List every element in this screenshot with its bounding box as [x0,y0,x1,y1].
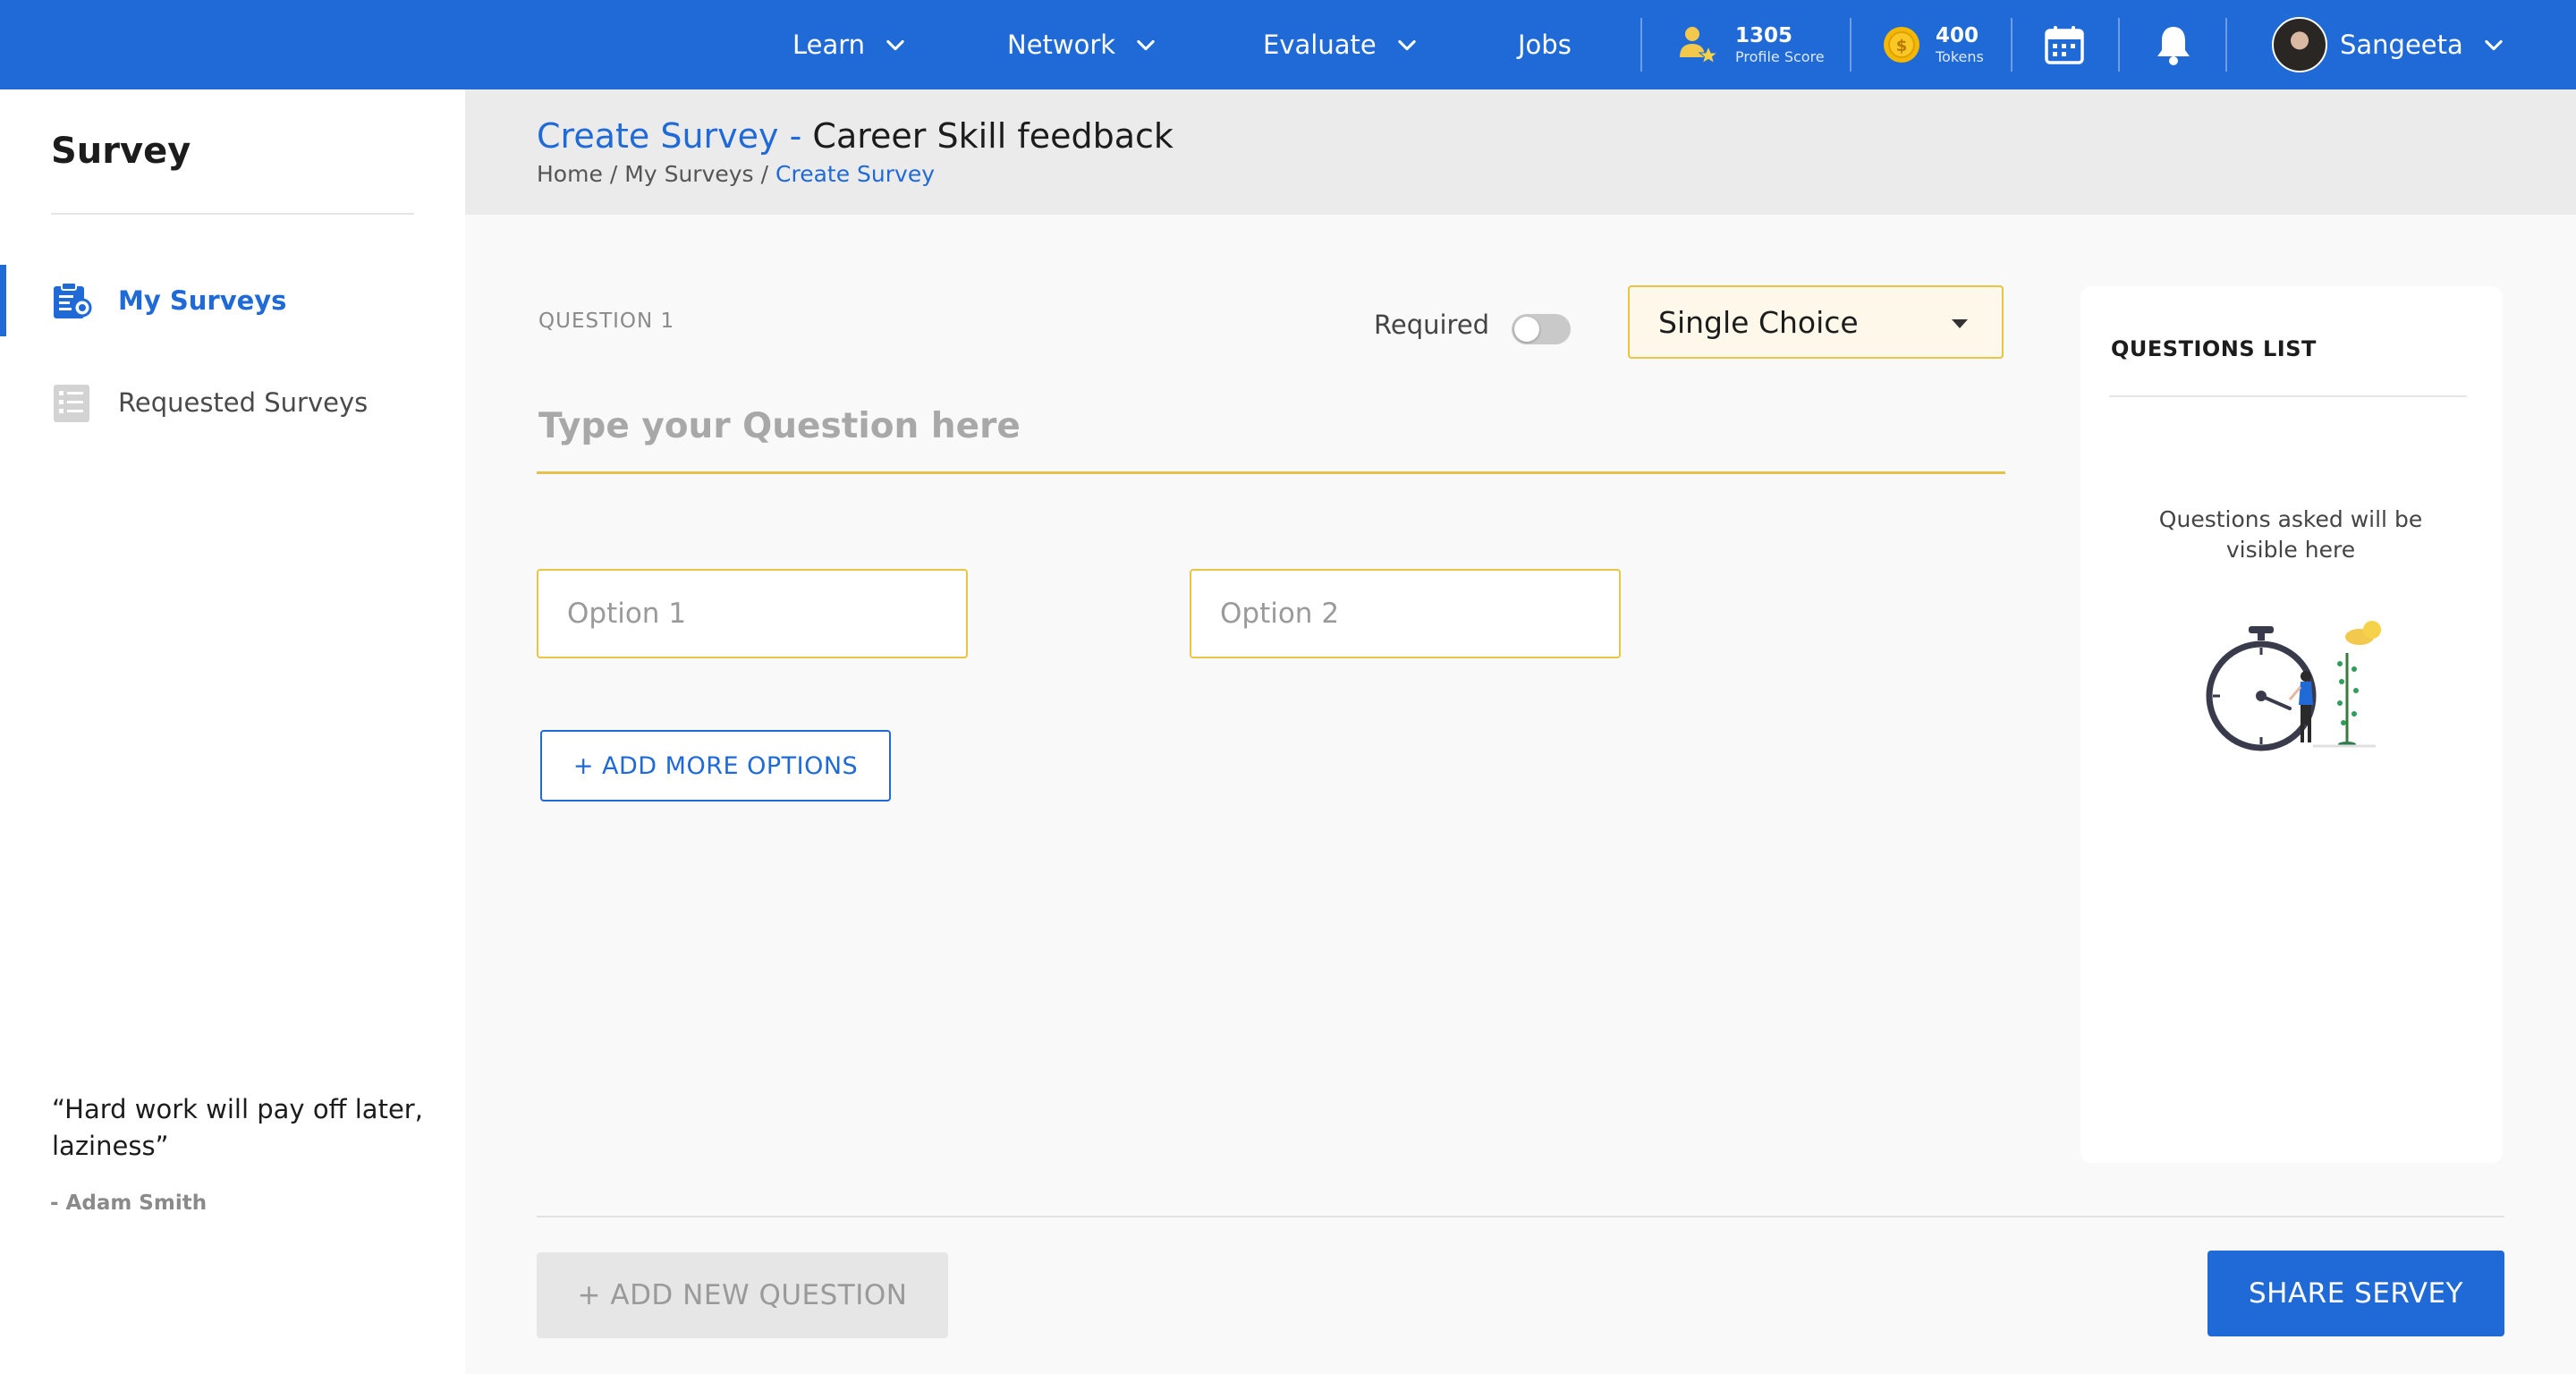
nav-learn-label: Learn [792,30,866,60]
sidebar: Survey My Surveys Requested Surveys “Har… [0,89,465,1374]
nav-divider [2011,18,2012,72]
profile-score-value: 1305 [1735,24,1793,47]
tokens[interactable]: $ 400 Tokens [1882,0,1984,89]
option-2-input[interactable] [1190,569,1621,658]
nav-learn[interactable]: Learn [792,0,908,89]
profile-score-icon [1680,27,1719,64]
survey-clipboard-icon [54,282,92,318]
question-number-label: QUESTION 1 [538,310,675,333]
nav-evaluate[interactable]: Evaluate [1263,0,1419,89]
nav-network-label: Network [1007,30,1116,60]
nav-network[interactable]: Network [1007,0,1158,89]
chevron-down-icon [886,39,904,51]
top-nav-bar: Learn Network Evaluate Jobs 1305 Profile… [0,0,2576,89]
bell-icon [2157,27,2190,65]
nav-divider [2118,18,2120,72]
questions-list-divider [2109,395,2467,397]
user-name: Sangeeta [2340,30,2463,60]
nav-jobs-label: Jobs [1518,30,1572,60]
sidebar-item-requested-surveys[interactable]: Requested Surveys [0,367,465,438]
page-header: Create Survey - Career Skill feedback Ho… [465,89,2576,215]
required-label: Required [1374,310,1490,340]
sidebar-item-my-surveys[interactable]: My Surveys [0,265,465,336]
sidebar-divider [51,213,414,215]
notifications-button[interactable] [2150,21,2197,68]
breadcrumb-separator: / [760,161,769,187]
svg-text:$: $ [1896,37,1908,55]
breadcrumb-current: Create Survey [775,161,935,187]
add-new-question-button[interactable]: + ADD NEW QUESTION [537,1252,948,1338]
stopwatch-illustration-icon [2206,621,2381,751]
nav-divider [2225,18,2227,72]
option-1-input[interactable] [537,569,968,658]
page-title-separator: - [778,116,813,156]
breadcrumb-separator: / [609,161,618,187]
quote-author: - Adam Smith [50,1192,208,1215]
page-title-action: Create Survey [537,116,779,156]
toggle-knob [1514,317,1539,342]
question-type-value: Single Choice [1658,304,1859,340]
tokens-label: Tokens [1936,48,1984,65]
footer-divider [537,1216,2504,1217]
add-more-options-button[interactable]: + ADD MORE OPTIONS [540,730,891,802]
required-toggle[interactable] [1512,314,1571,344]
user-menu[interactable]: Sangeeta [2272,0,2506,89]
question-input[interactable] [537,390,2005,474]
profile-score-label: Profile Score [1735,48,1825,65]
sidebar-title: Survey [51,131,191,172]
share-survey-button[interactable]: SHARE SERVEY [2207,1251,2504,1336]
chevron-down-icon [1398,39,1416,51]
profile-score[interactable]: 1305 Profile Score [1674,0,1825,89]
breadcrumb: Home / My Surveys / Create Survey [537,161,935,187]
calendar-button[interactable] [2041,21,2088,68]
caret-down-icon [1952,319,1968,328]
quote-text: “Hard work will pay off later, laziness” [52,1094,423,1161]
sidebar-item-label: My Surveys [118,285,287,316]
avatar [2272,17,2327,72]
questions-list-panel: QUESTIONS LIST Questions asked will be v… [2080,286,2503,1163]
question-type-select[interactable]: Single Choice [1628,285,2004,359]
tokens-value: 400 [1936,24,1979,47]
chevron-down-icon [1137,39,1155,51]
chevron-down-icon [2485,39,2503,51]
breadcrumb-home[interactable]: Home [537,161,603,187]
coin-icon: $ [1884,27,1919,63]
checklist-icon [54,385,89,422]
calendar-icon [2045,26,2084,64]
nav-jobs[interactable]: Jobs [1518,0,1572,89]
page-title-name: Career Skill feedback [812,116,1174,156]
nav-divider [1640,18,1642,72]
sidebar-item-label: Requested Surveys [118,387,369,418]
questions-list-title: QUESTIONS LIST [2111,336,2317,361]
nav-divider [1850,18,1852,72]
questions-list-empty-text: Questions asked will be visible here [2158,506,2423,563]
breadcrumb-my-surveys[interactable]: My Surveys [624,161,753,187]
page-title: Create Survey - Career Skill feedback [537,116,1174,156]
nav-evaluate-label: Evaluate [1263,30,1377,60]
